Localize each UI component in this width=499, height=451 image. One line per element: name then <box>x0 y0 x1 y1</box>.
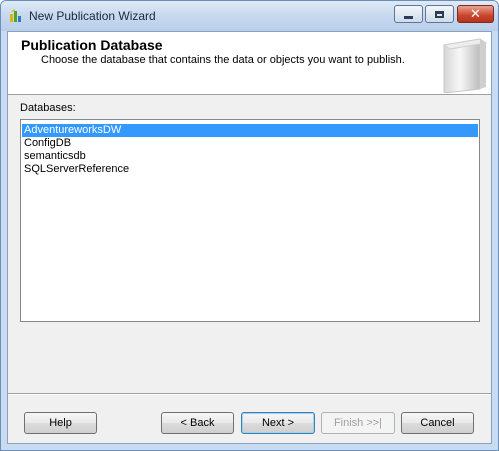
finish-button[interactable]: Finish >>| <box>321 412 395 434</box>
list-item[interactable]: SQLServerReference <box>22 163 478 176</box>
database-cylinder-graphic <box>434 35 490 94</box>
title-bar[interactable]: New Publication Wizard ✕ <box>1 1 498 31</box>
window-title: New Publication Wizard <box>29 9 156 23</box>
wizard-body: Publication Database Choose the database… <box>7 31 492 444</box>
close-icon: ✕ <box>470 6 481 22</box>
databases-label: Databases: <box>20 102 76 114</box>
minimize-button[interactable] <box>394 5 423 23</box>
maximize-button[interactable] <box>425 5 454 23</box>
close-button[interactable]: ✕ <box>457 5 494 23</box>
list-item[interactable]: semanticsdb <box>22 150 478 163</box>
help-button[interactable]: Help <box>24 412 97 434</box>
databases-listbox[interactable]: AdventureworksDW ConfigDB semanticsdb SQ… <box>20 119 480 322</box>
cancel-button[interactable]: Cancel <box>401 412 474 434</box>
footer-divider <box>8 393 491 395</box>
maximize-icon <box>426 6 453 22</box>
list-item[interactable]: AdventureworksDW <box>22 124 478 137</box>
minimize-icon <box>395 6 422 22</box>
page-title: Publication Database <box>21 37 163 53</box>
back-button[interactable]: < Back <box>161 412 234 434</box>
wizard-window: New Publication Wizard ✕ Publication Dat… <box>0 0 499 451</box>
page-subtitle: Choose the database that contains the da… <box>41 54 405 66</box>
wizard-header: Publication Database Choose the database… <box>8 32 491 95</box>
wizard-icon <box>8 8 24 24</box>
next-button[interactable]: Next > <box>241 412 315 434</box>
list-item[interactable]: ConfigDB <box>22 137 478 150</box>
